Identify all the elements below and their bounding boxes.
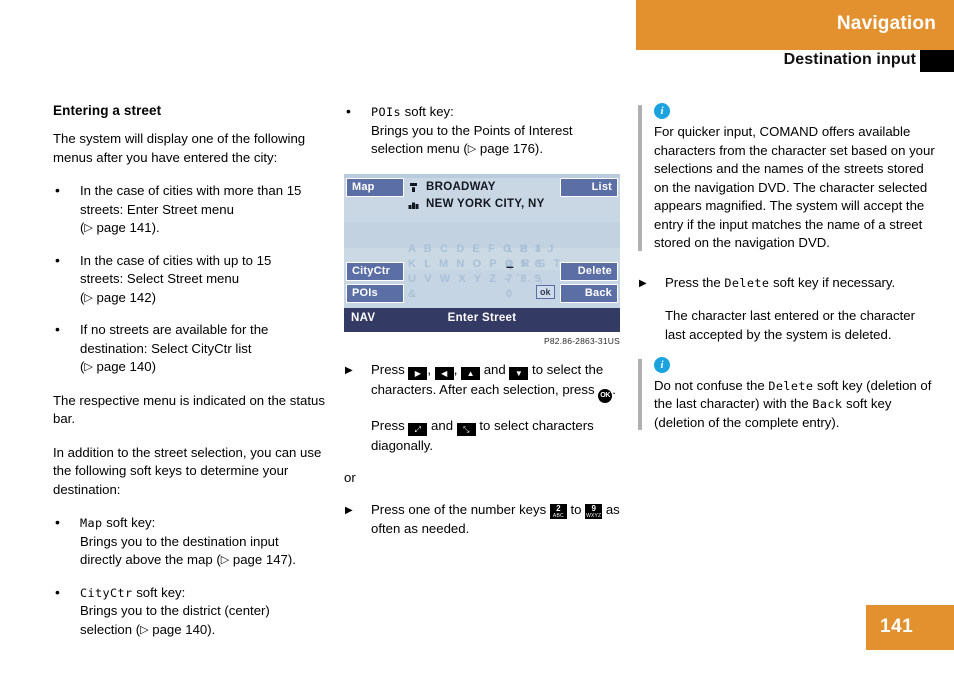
charpad-digits[interactable]: 0 — [506, 287, 515, 302]
document-page: Navigation Destination input Entering a … — [0, 0, 954, 674]
softkey-name-delete: Delete — [768, 378, 814, 393]
softkey-cityctr[interactable]: CityCtr — [346, 261, 404, 281]
softkey-desc-line-2: selection (▷ page 140). — [80, 621, 216, 637]
softkeys-list: Map soft key: Brings you to the destinat… — [53, 513, 336, 640]
bullet-line-2: streets: Select Street menu — [80, 271, 240, 286]
softkey-name-back: Back — [812, 397, 843, 411]
number-key-steps: Press one of the number keys 2ABC to 9WX… — [344, 500, 627, 538]
charpad-row: A B C D E F G H I J 1 2 3 — [408, 242, 558, 257]
pois-softkey-list: POIs soft key: Brings you to the Points … — [344, 102, 627, 159]
softkey-suffix: soft key: — [102, 515, 156, 530]
note-text: Do not confuse the Delete soft key (dele… — [654, 377, 932, 430]
softkey-desc-line-1: Brings you to the destination input — [80, 533, 279, 549]
delete-softkey-steps: Press the Delete soft key if necessary. — [638, 273, 938, 293]
charpad-letters[interactable]: K L M N O P Q R S T — [408, 257, 560, 272]
bullet-line-1: In the case of cities with more than 15 — [80, 183, 302, 198]
screen-status-bar: NAV Enter Street — [344, 307, 620, 332]
softkey-desc-line-2: directly above the map (▷ page 147). — [80, 552, 296, 567]
page-number-box: 141 — [866, 605, 954, 650]
entry-city-text: NEW YORK CITY, NY — [426, 198, 545, 210]
header-section-title: Navigation — [836, 13, 936, 34]
charpad-letters[interactable]: & — [408, 287, 506, 302]
number-key-2-icon: 2 ABC — [549, 503, 567, 519]
list-item: POIs soft key: Brings you to the Points … — [344, 102, 627, 159]
list-item: Map soft key: Brings you to the destinat… — [53, 513, 336, 570]
header-tab-marker — [920, 50, 954, 72]
city-buildings-icon — [408, 199, 419, 210]
page-number: 141 — [880, 616, 914, 637]
middle-column: POIs soft key: Brings you to the Points … — [344, 102, 627, 551]
charpad-ok-key[interactable]: ok — [536, 284, 555, 299]
list-item: In the case of cities with up to 15 stre… — [53, 251, 336, 308]
bullet-line-2: destination: Select CityCtr list — [80, 340, 252, 356]
bullet-line-1: If no streets are available for the — [80, 322, 269, 337]
diagonal-down-right-key-icon: ⤢ — [408, 422, 428, 436]
delete-step-detail: The character last entered or the charac… — [665, 307, 915, 342]
info-icon: i — [654, 103, 670, 119]
softkey-back[interactable]: Back — [560, 283, 618, 303]
list-item: In the case of cities with more than 15 … — [53, 181, 336, 238]
down-arrow-key-icon: ▼ — [509, 366, 529, 380]
selected-character[interactable]: – — [506, 258, 514, 274]
info-icon: i — [654, 356, 670, 373]
charpad-row: K L M N O P Q R S T 4 5 6 — [408, 257, 560, 272]
comand-screen-figure: BROADWAY NEW YORK CITY, NY A B C D E F G… — [344, 173, 620, 332]
charpad-letters[interactable]: A B C D E F G H I J — [408, 242, 553, 257]
softkey-suffix: soft key: — [401, 104, 454, 119]
info-note-delete-vs-back: i Do not confuse the Delete soft key (de… — [638, 356, 938, 433]
softkey-list[interactable]: List — [560, 177, 618, 197]
step-item: Press ▶, ◀, ▲ and ▼ to select the charac… — [344, 360, 627, 403]
entry-street-line: BROADWAY — [408, 179, 545, 196]
page-title: Entering a street — [53, 103, 162, 118]
entry-street-text: BROADWAY — [426, 181, 496, 193]
charpad-letters[interactable]: U V W X Y Z - ` . , — [408, 272, 542, 287]
softkey-name-cityctr: CityCtr — [80, 585, 133, 600]
page-reference: (▷ page 141). — [80, 220, 160, 235]
status-bar-paragraph: The respective menu is indicated on the … — [53, 392, 325, 427]
list-item: CityCtr soft key: Brings you to the dist… — [53, 583, 336, 640]
right-column: i For quicker input, COMAND offers avail… — [638, 103, 938, 452]
header-section-bar: Navigation — [636, 0, 954, 50]
page-reference: (▷ page 140) — [80, 359, 156, 374]
softkey-pois[interactable]: POIs — [346, 283, 404, 303]
softkey-delete[interactable]: Delete — [560, 261, 618, 281]
info-note-character-set: i For quicker input, COMAND offers avail… — [638, 103, 938, 253]
entry-city-line: NEW YORK CITY, NY — [408, 196, 545, 213]
intro-paragraph: The system will display one of the follo… — [53, 131, 306, 165]
softkey-suffix: soft key: — [132, 584, 186, 600]
left-arrow-key-icon: ◀ — [434, 366, 454, 380]
softkey-name-map: Map — [80, 516, 103, 530]
menu-cases-list: In the case of cities with more than 15 … — [53, 181, 336, 377]
note-text: For quicker input, COMAND offers availab… — [654, 124, 935, 250]
charpad-digits[interactable]: 1 2 3 — [506, 242, 543, 257]
softkey-name-pois: POIs — [371, 105, 402, 119]
list-item: If no streets are available for the dest… — [53, 320, 336, 377]
bullet-line-1: In the case of cities with up to 15 — [80, 252, 272, 268]
right-arrow-key-icon: ▶ — [408, 366, 428, 380]
character-selection-steps: Press ▶, ◀, ▲ and ▼ to select the charac… — [344, 360, 627, 403]
bullet-line-2: streets: Enter Street menu — [80, 201, 234, 217]
figure-caption: P82.86-2863-31US — [544, 335, 620, 346]
softkey-desc-line-1: Brings you to the district (center) — [80, 603, 270, 618]
step-item: Press the Delete soft key if necessary. — [638, 273, 938, 293]
softkey-desc-line-2: selection menu (▷ page 176). — [371, 141, 543, 156]
left-column: Entering a street The system will displa… — [53, 103, 336, 654]
status-menu-title: Enter Street — [447, 311, 517, 324]
softkeys-intro-paragraph: In addition to the street selection, you… — [53, 444, 322, 497]
destination-entry-display: BROADWAY NEW YORK CITY, NY — [408, 179, 545, 213]
header-subsection-title: Destination input — [783, 51, 916, 68]
ok-button-icon: OK — [598, 388, 613, 403]
step-item: Press one of the number keys 2ABC to 9WX… — [344, 500, 627, 538]
street-sign-icon — [408, 182, 419, 193]
alternative-label: or — [344, 469, 356, 485]
diagonal-up-right-key-icon: ⤡ — [456, 422, 476, 436]
diagonal-selection-note: Press ⤢ and ⤡ to select characters diago… — [371, 417, 594, 453]
header-subsection: Destination input — [636, 50, 954, 72]
number-key-9-icon: 9 WXYZ — [585, 503, 603, 519]
softkey-name-delete: Delete — [724, 275, 770, 290]
up-arrow-key-icon: ▲ — [461, 366, 481, 380]
softkey-desc-line-1: Brings you to the Points of Interest — [371, 122, 573, 138]
softkey-map[interactable]: Map — [346, 177, 404, 197]
page-reference: (▷ page 142) — [80, 289, 156, 305]
